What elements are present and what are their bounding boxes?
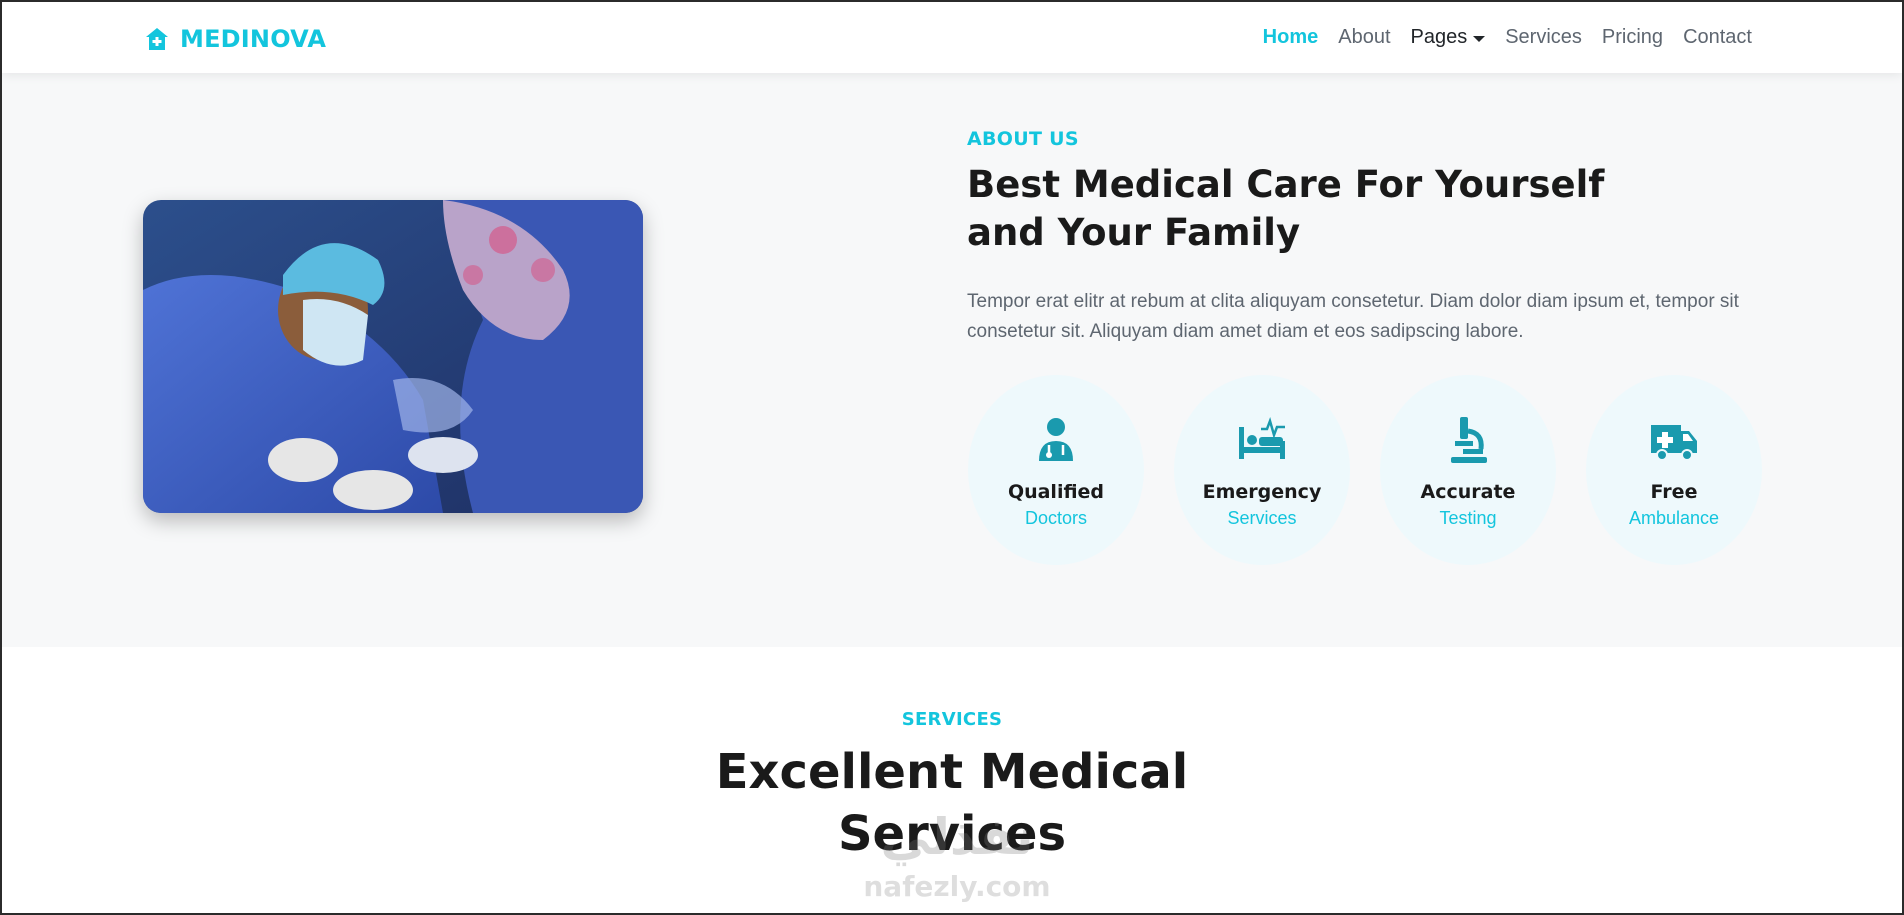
feature-title: Emergency xyxy=(1202,481,1322,503)
navbar: MEDINOVA Home About Pages Services Prici… xyxy=(2,2,1902,73)
surgery-illustration xyxy=(143,200,643,513)
services-title: Excellent Medical Services xyxy=(692,741,1212,865)
nav-link-pricing[interactable]: Pricing xyxy=(1602,26,1663,49)
brand-logo-link[interactable]: MEDINOVA xyxy=(144,24,326,54)
nav-link-contact[interactable]: Contact xyxy=(1683,26,1752,49)
feature-accurate-testing: Accurate Testing xyxy=(1380,375,1556,565)
nav-link-pages[interactable]: Pages xyxy=(1411,26,1486,49)
feature-title: Accurate xyxy=(1420,481,1516,503)
nav-link-home[interactable]: Home xyxy=(1263,26,1319,49)
services-eyebrow: SERVICES xyxy=(901,709,1003,730)
feature-title: Qualified xyxy=(1007,481,1105,503)
about-section: ABOUT US Best Medical Care For Yourself … xyxy=(2,73,1902,647)
feature-subtitle: Testing xyxy=(1439,508,1497,528)
services-title-line1: Excellent Medical xyxy=(715,744,1189,800)
feature-subtitle: Ambulance xyxy=(1628,508,1720,528)
brand-name: MEDINOVA xyxy=(180,25,327,53)
caret-down-icon xyxy=(1473,35,1486,42)
clinic-home-icon xyxy=(146,28,168,50)
feature-subtitle: Doctors xyxy=(1024,508,1087,528)
main-nav: Home About Pages Services Pricing Contac… xyxy=(1263,26,1752,49)
feature-list: Qualified Doctors Emergency Services Acc… xyxy=(968,375,1762,565)
feature-subtitle: Services xyxy=(1227,508,1297,528)
feature-title: Free xyxy=(1650,481,1698,503)
microscope-icon xyxy=(1451,417,1487,463)
about-title-line1: Best Medical Care For Yourself xyxy=(967,163,1605,206)
surgeons-operating-photo xyxy=(143,200,643,513)
nav-link-pages-label: Pages xyxy=(1410,26,1468,48)
services-title-line2: Services xyxy=(837,806,1067,862)
ambulance-icon xyxy=(1651,425,1697,461)
doctor-icon xyxy=(1039,418,1073,461)
feature-emergency-services: Emergency Services xyxy=(1174,375,1350,565)
about-eyebrow: ABOUT US xyxy=(967,128,1079,150)
about-title-line2: and Your Family xyxy=(967,211,1301,254)
services-section: SERVICES Excellent Medical Services xyxy=(2,647,1902,913)
hospital-bed-icon xyxy=(1239,417,1285,459)
feature-qualified-doctors: Qualified Doctors xyxy=(968,375,1144,565)
about-title: Best Medical Care For Yourself and Your … xyxy=(967,161,1607,257)
nav-link-services[interactable]: Services xyxy=(1505,26,1582,49)
feature-free-ambulance: Free Ambulance xyxy=(1586,375,1762,565)
browser-viewport: MEDINOVA Home About Pages Services Prici… xyxy=(0,0,1904,915)
nav-link-about[interactable]: About xyxy=(1338,26,1390,49)
about-description: Tempor erat elitr at rebum at clita aliq… xyxy=(967,291,1739,342)
